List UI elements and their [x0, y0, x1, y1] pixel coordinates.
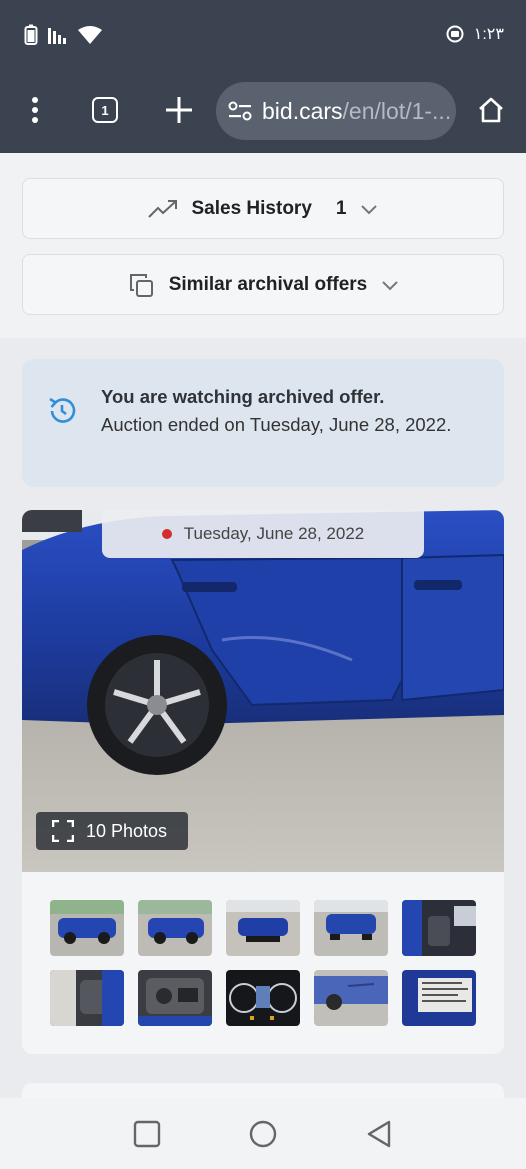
- thumbnail-interior-front[interactable]: [402, 900, 476, 956]
- archived-alert: You are watching archived offer. Auction…: [22, 359, 504, 487]
- menu-button[interactable]: [18, 90, 52, 130]
- url-row: 1 bid.cars/en/lot/1-...: [0, 80, 526, 142]
- signal-icon: [48, 28, 66, 44]
- back-icon[interactable]: [365, 1119, 393, 1149]
- history-icon: [49, 397, 76, 423]
- thumbnail-dashboard-gauges[interactable]: [226, 970, 300, 1026]
- thumbnail-grid: [50, 900, 480, 1026]
- copy-icon: [129, 273, 153, 297]
- home-nav-icon[interactable]: [248, 1119, 278, 1149]
- thumbnail-car-rear-left[interactable]: [50, 900, 124, 956]
- address-bar[interactable]: bid.cars/en/lot/1-...: [216, 82, 456, 140]
- page-content: Sales History 1 Similar archival offers …: [0, 153, 526, 1103]
- battery-icon: [24, 24, 38, 45]
- auction-date: Tuesday, June 28, 2022: [183, 524, 365, 543]
- trending-up-icon: [147, 199, 177, 218]
- thumbnail-car-rear[interactable]: [314, 900, 388, 956]
- gallery-card: Tuesday, June 28, 2022 10 Photos: [22, 510, 504, 1054]
- chevron-down-icon: [361, 204, 378, 214]
- thumbnail-interior-rear[interactable]: [50, 970, 124, 1026]
- url-host: bid.cars: [262, 97, 343, 124]
- url-path: /en/lot/1-...: [342, 97, 452, 124]
- similar-offers-accordion[interactable]: Similar archival offers: [22, 254, 504, 315]
- thumbnail-engine-bay[interactable]: [138, 970, 212, 1026]
- recents-icon[interactable]: [133, 1120, 161, 1148]
- tab-count: 1: [92, 97, 118, 123]
- thumbnail-side-damage[interactable]: [314, 970, 388, 1026]
- home-icon: [479, 97, 503, 123]
- tabs-button[interactable]: 1: [88, 90, 122, 130]
- status-bar: ١:٢٣: [0, 0, 526, 70]
- photos-count-button[interactable]: 10 Photos: [36, 812, 188, 850]
- sales-history-count: 1: [335, 197, 347, 219]
- main-photo[interactable]: Tuesday, June 28, 2022 10 Photos: [22, 510, 504, 872]
- home-button[interactable]: [470, 90, 512, 130]
- record-icon: [446, 25, 464, 43]
- alert-title: You are watching archived offer.: [101, 386, 385, 407]
- system-nav-bar: [0, 1098, 526, 1169]
- site-settings-icon[interactable]: [228, 101, 252, 121]
- more-vert-icon: [32, 97, 38, 123]
- sales-history-accordion[interactable]: Sales History 1: [22, 178, 504, 239]
- thumbnail-car-front[interactable]: [226, 900, 300, 956]
- browser-chrome: ١:٢٣ 1 bid.cars/en/lot/1-...: [0, 0, 526, 153]
- chevron-down-icon: [382, 280, 398, 290]
- similar-offers-label: Similar archival offers: [168, 273, 368, 295]
- sales-history-label: Sales History: [191, 197, 312, 219]
- new-tab-button[interactable]: [160, 90, 198, 130]
- status-time: ١:٢٣: [473, 26, 504, 43]
- auction-date-pill: Tuesday, June 28, 2022: [102, 510, 424, 558]
- plus-icon: [166, 97, 192, 123]
- photos-count-label: 10 Photos: [86, 820, 168, 841]
- wifi-icon: [78, 26, 102, 44]
- alert-body: Auction ended on Tuesday, June 28, 2022.: [101, 414, 452, 435]
- fullscreen-icon: [52, 820, 74, 842]
- status-dot: [161, 529, 172, 539]
- thumbnail-window-sticker[interactable]: [402, 970, 476, 1026]
- thumbnail-car-front-left[interactable]: [138, 900, 212, 956]
